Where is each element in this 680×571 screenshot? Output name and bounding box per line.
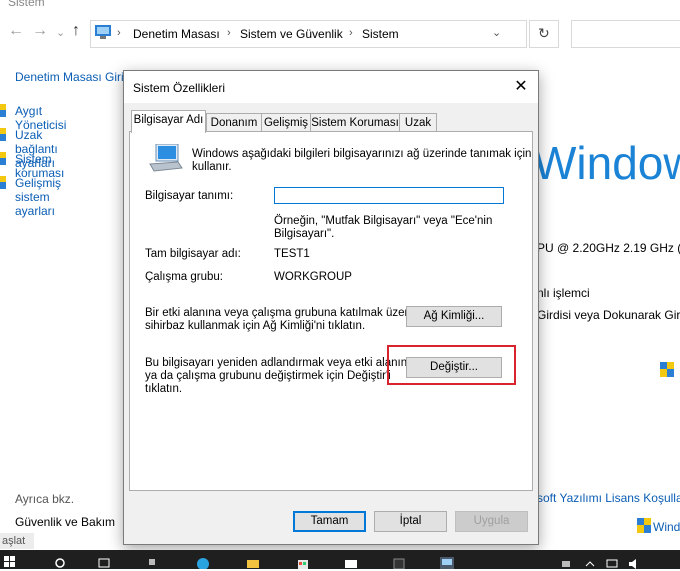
breadcrumb-system-security[interactable]: Sistem ve Güvenlik xyxy=(240,27,343,41)
rename-text-line3: tıklatın. xyxy=(145,383,183,395)
network-icon[interactable] xyxy=(606,557,618,569)
address-bar[interactable]: › Denetim Masası › Sistem ve Güvenlik › … xyxy=(90,20,527,48)
task-view-icon[interactable] xyxy=(98,557,112,569)
window-title: Sistem xyxy=(8,0,45,9)
shield-icon xyxy=(0,128,6,141)
address-dropdown-icon[interactable]: ⌄ xyxy=(492,26,501,39)
shield-icon xyxy=(660,362,674,377)
breadcrumb-system[interactable]: Sistem xyxy=(362,27,399,41)
info-text-line2: kullanır. xyxy=(192,161,232,173)
computer-description-label: Bilgisayar tanımı: xyxy=(145,190,234,202)
shield-icon xyxy=(637,518,651,533)
tab-remote[interactable]: Uzak xyxy=(399,113,437,132)
tab-hardware[interactable]: Donanım xyxy=(206,113,262,132)
full-name-label: Tam bilgisayar adı: xyxy=(145,248,241,260)
up-arrow-icon[interactable]: ↑ xyxy=(72,22,80,40)
control-panel-icon xyxy=(95,25,111,39)
volume-icon[interactable] xyxy=(628,557,640,569)
tab-system-protection[interactable]: Sistem Koruması xyxy=(310,113,400,132)
workgroup-value: WORKGROUP xyxy=(274,271,352,283)
cpu-info-text: PU @ 2.20GHz 2.19 GHz (2 xyxy=(537,241,680,255)
license-terms-link[interactable]: soft Yazılımı Lisans Koşulları xyxy=(537,491,680,505)
start-tooltip: aşlat xyxy=(0,533,34,549)
cancel-button[interactable]: İptal xyxy=(374,511,447,532)
tab-panel-computer-name: Windows aşağıdaki bilgileri bilgisayarın… xyxy=(129,131,533,491)
refresh-button[interactable]: ↻ xyxy=(529,20,559,48)
sidebar-home-link[interactable]: Denetim Masası Girişi xyxy=(15,70,132,84)
widgets-icon[interactable] xyxy=(148,557,162,569)
see-also-heading: Ayrıca bkz. xyxy=(15,492,75,506)
mail-icon[interactable] xyxy=(344,557,358,569)
example-text-line2: Bilgisayarı". xyxy=(274,228,335,240)
ok-button[interactable]: Tamam xyxy=(293,511,366,532)
forward-arrow-icon[interactable]: → xyxy=(32,22,48,40)
tab-computer-name[interactable]: Bilgisayar Adı xyxy=(131,110,206,133)
rename-text-line2: ya da çalışma grubunu değiştirmek için D… xyxy=(145,370,391,382)
rename-text-line1: Bu bilgisayarı yeniden adlandırmak veya … xyxy=(145,357,411,369)
network-id-text-line1: Bir etki alanına veya çalışma grubuna ka… xyxy=(145,307,415,319)
shield-icon xyxy=(0,104,6,117)
search-input[interactable] xyxy=(571,20,680,48)
workgroup-label: Çalışma grubu: xyxy=(145,271,223,283)
network-id-button[interactable]: Ağ Kimliği... xyxy=(406,306,502,327)
file-explorer-icon[interactable] xyxy=(246,557,260,569)
edge-icon[interactable] xyxy=(196,557,210,569)
computer-description-input[interactable] xyxy=(274,187,504,204)
info-text-line1: Windows aşağıdaki bilgileri bilgisayarın… xyxy=(192,148,532,160)
refresh-icon: ↻ xyxy=(538,25,550,41)
full-name-value: TEST1 xyxy=(274,248,310,260)
windows-activation-link[interactable]: Wind xyxy=(653,520,680,534)
recent-dropdown-icon[interactable]: ⌄ xyxy=(56,26,65,39)
computer-icon xyxy=(149,144,183,172)
sidebar-item-label: Gelişmiş sistem ayarları xyxy=(15,176,62,218)
chevron-up-icon[interactable] xyxy=(584,557,596,569)
apply-button: Uygula xyxy=(455,511,528,532)
tab-advanced[interactable]: Gelişmiş xyxy=(261,113,311,132)
breadcrumb-control-panel[interactable]: Denetim Masası xyxy=(133,27,220,41)
shield-icon xyxy=(0,176,6,189)
control-panel-taskbar-icon[interactable] xyxy=(440,557,454,569)
windows-logo-text: Window xyxy=(533,137,680,189)
network-id-text-line2: sihirbaz kullanmak için Ağ Kimliği'ni tı… xyxy=(145,320,366,332)
example-text-line1: Örneğin, "Mutfak Bilgisayarı" veya "Ece'… xyxy=(274,215,493,227)
search-icon[interactable] xyxy=(54,557,68,569)
processor-type-text: nlı işlemci xyxy=(537,286,590,300)
shield-icon xyxy=(0,152,6,165)
tray-icon[interactable] xyxy=(560,557,572,569)
dialog-title: Sistem Özellikleri xyxy=(133,81,226,95)
start-icon[interactable] xyxy=(4,556,16,568)
change-button-highlight xyxy=(387,345,516,385)
back-arrow-icon[interactable]: ← xyxy=(8,22,24,40)
see-also-security-link[interactable]: Güvenlik ve Bakım xyxy=(15,515,115,529)
close-icon[interactable]: ✕ xyxy=(510,77,532,97)
store-icon[interactable] xyxy=(296,557,310,569)
system-properties-dialog: Sistem Özellikleri ✕ Bilgisayar Adı Dona… xyxy=(123,70,539,545)
dialog-titlebar[interactable]: Sistem Özellikleri ✕ xyxy=(124,71,538,103)
touch-input-text: Girdisi veya Dokunarak Giriş xyxy=(537,308,680,322)
app-icon[interactable] xyxy=(392,557,406,569)
